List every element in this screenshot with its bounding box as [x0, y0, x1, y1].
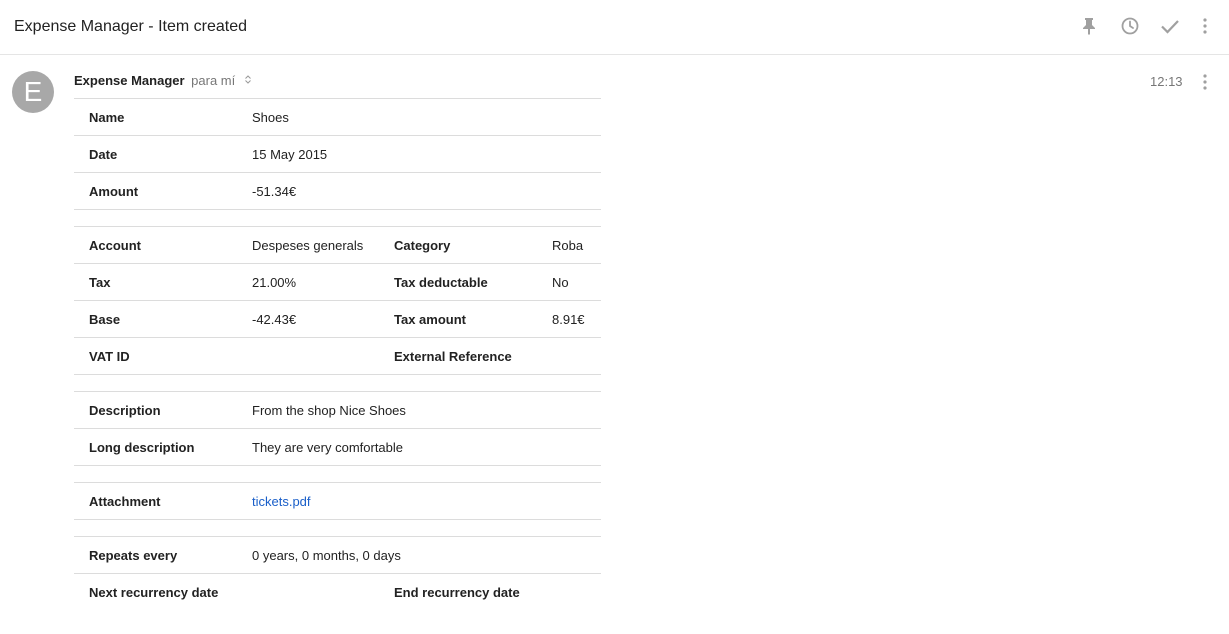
attachment-label: Attachment	[89, 494, 161, 509]
external-reference-label: External Reference	[394, 349, 512, 364]
table-row: Name Shoes	[74, 98, 601, 135]
tax-label: Tax	[89, 275, 111, 290]
thread-subject: Expense Manager - Item created	[14, 18, 248, 35]
attachment-link[interactable]: tickets.pdf	[252, 494, 311, 509]
section-divider	[74, 209, 601, 226]
section-divider	[74, 465, 601, 482]
sender-avatar[interactable]: E	[12, 71, 54, 113]
account-value: Despeses generals	[252, 238, 364, 253]
clock-icon[interactable]	[1119, 14, 1141, 38]
amount-label: Amount	[89, 184, 139, 199]
message-more-icon[interactable]	[1196, 72, 1214, 92]
date-value: 15 May 2015	[252, 147, 328, 162]
check-icon[interactable]	[1159, 14, 1181, 38]
long-description-label: Long description	[89, 440, 195, 455]
table-row: VAT ID External Reference	[74, 337, 601, 374]
name-value: Shoes	[252, 110, 289, 125]
message-time: 12:13	[1150, 74, 1183, 89]
table-row: Repeats every 0 years, 0 months, 0 days	[74, 536, 601, 573]
table-row: Next recurrency date End recurrency date	[74, 573, 601, 610]
date-label: Date	[89, 147, 118, 162]
recipient-label: para mí	[191, 73, 236, 88]
name-label: Name	[89, 110, 125, 125]
category-value: Roba	[552, 238, 584, 253]
table-row: Base -42.43€ Tax amount 8.91€	[74, 300, 601, 337]
table-row: Date 15 May 2015	[74, 135, 601, 172]
tax-value: 21.00%	[252, 275, 297, 290]
table-row: Account Despeses generals Category Roba	[74, 226, 601, 263]
table-row: Tax 21.00% Tax deductable No	[74, 263, 601, 300]
description-label: Description	[89, 403, 161, 418]
expense-details-table: Name Shoes Date 15 May 2015 Amount -51.3…	[74, 98, 601, 610]
table-row: Attachment tickets.pdf	[74, 482, 601, 519]
category-label: Category	[394, 238, 451, 253]
section-divider	[74, 519, 601, 536]
next-recurrency-date-label: Next recurrency date	[89, 585, 219, 600]
vat-id-label: VAT ID	[89, 349, 130, 364]
long-description-value: They are very comfortable	[252, 440, 404, 455]
more-vert-icon[interactable]	[1195, 14, 1215, 38]
table-row: Description From the shop Nice Shoes	[74, 391, 601, 428]
sender-name[interactable]: Expense Manager	[74, 73, 185, 88]
sender-line: Expense Manager para mí	[74, 73, 251, 88]
pin-icon[interactable]	[1078, 14, 1100, 38]
tax-deductable-label: Tax deductable	[394, 275, 488, 290]
tax-amount-label: Tax amount	[394, 312, 466, 327]
thread-header: Expense Manager - Item created	[0, 0, 1229, 55]
description-value: From the shop Nice Shoes	[252, 403, 406, 418]
repeats-every-value: 0 years, 0 months, 0 days	[252, 548, 401, 563]
table-row: Long description They are very comfortab…	[74, 428, 601, 465]
amount-value: -51.34€	[252, 184, 297, 199]
account-label: Account	[89, 238, 141, 253]
table-row: Amount -51.34€	[74, 172, 601, 209]
section-divider	[74, 374, 601, 391]
end-recurrency-date-label: End recurrency date	[394, 585, 520, 600]
tax-amount-value: 8.91€	[552, 312, 585, 327]
base-value: -42.43€	[252, 312, 297, 327]
recipient-details-icon[interactable]	[245, 75, 251, 86]
repeats-every-label: Repeats every	[89, 548, 178, 563]
tax-deductable-value: No	[552, 275, 569, 290]
base-label: Base	[89, 312, 121, 327]
